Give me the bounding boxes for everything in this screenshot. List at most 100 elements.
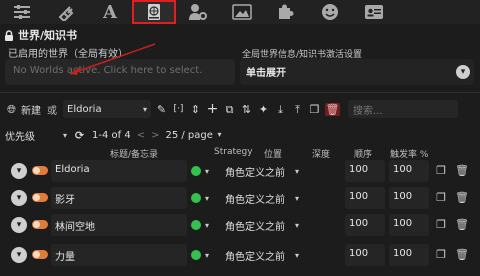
- image-icon[interactable]: [220, 0, 264, 24]
- font-icon[interactable]: A: [88, 0, 132, 24]
- chevron-down-icon: ▾: [294, 166, 299, 176]
- chevron-down-icon: ▾: [205, 220, 210, 230]
- search-input[interactable]: 搜索...: [348, 100, 458, 118]
- plug-icon[interactable]: [44, 0, 88, 24]
- chevron-down-icon[interactable]: ▾: [11, 163, 27, 179]
- page-info: 1-4 of 4: [92, 129, 131, 141]
- per-page-value: 25 / page: [165, 129, 213, 141]
- order-input[interactable]: 100: [345, 214, 385, 236]
- table-row: ▾ Eldoria ▾ 角色定义之前 ▾ 100 100 ❐ 🗑︎: [5, 160, 475, 182]
- prev-page-button[interactable]: <: [137, 130, 145, 141]
- smiley-icon[interactable]: [308, 0, 352, 24]
- table-row: ▾ 力量 ▾ 角色定义之前 ▾ 100 100 ❐ 🗑︎: [5, 244, 475, 266]
- trigger-input[interactable]: 100: [389, 160, 429, 182]
- table-row: ▾ 影牙 ▾ 角色定义之前 ▾ 100 100 ❐ 🗑︎: [5, 187, 475, 209]
- world-editor-select[interactable]: Eldoria ▾: [63, 100, 151, 118]
- strategy-dot-icon: [191, 220, 201, 230]
- duplicate-entry-icon[interactable]: ❐: [435, 164, 447, 178]
- column-strategy: Strategy: [214, 147, 253, 157]
- position-select[interactable]: 角色定义之前 ▾: [225, 216, 299, 234]
- selected-world: Eldoria: [67, 103, 102, 115]
- id-card-icon[interactable]: [352, 0, 396, 24]
- chevron-down-icon[interactable]: ▾: [11, 217, 27, 233]
- entry-enabled-toggle[interactable]: [32, 166, 48, 175]
- position-value: 角色定义之前: [225, 167, 285, 179]
- duplicate-icon[interactable]: ⧉: [223, 103, 236, 116]
- panel-title-row: 世界/知识书: [4, 27, 77, 43]
- lock-icon[interactable]: [4, 29, 14, 41]
- per-page-select[interactable]: 25 / page ▾: [165, 130, 221, 141]
- chevron-down-icon[interactable]: ▾: [11, 190, 27, 206]
- order-input[interactable]: 100: [345, 244, 385, 266]
- position-value: 角色定义之前: [225, 251, 285, 263]
- chevron-down-icon: ▾: [217, 129, 222, 139]
- duplicate-entry-icon[interactable]: ❐: [435, 218, 447, 232]
- column-trigger: 触发率 %: [390, 150, 429, 160]
- position-select[interactable]: 角色定义之前 ▾: [225, 189, 299, 207]
- position-select[interactable]: 角色定义之前 ▾: [225, 246, 299, 264]
- trash-icon[interactable]: 🗑︎: [455, 191, 469, 205]
- entry-enabled-toggle[interactable]: [32, 250, 48, 259]
- trigger-input[interactable]: 100: [389, 244, 429, 266]
- position-value: 角色定义之前: [225, 194, 285, 206]
- entry-title-input[interactable]: 力量: [51, 244, 187, 266]
- refresh-icon[interactable]: ⟳: [73, 129, 86, 142]
- world-toolbar: 🌐︎ 新建 或 Eldoria ▾ ✎ [·] ⇕ + ⧉ ⇅ ✦ ⤓ ⤒ ❐ …: [5, 99, 475, 119]
- active-worlds-select[interactable]: No Worlds active. Click here to select.: [5, 59, 235, 85]
- global-settings-expander[interactable]: 单击展开 ▾: [240, 59, 474, 85]
- brackets-icon[interactable]: [·]: [172, 103, 185, 116]
- top-nav-bar: A: [0, 0, 480, 24]
- book-globe-icon[interactable]: [132, 0, 176, 24]
- active-worlds-label: 已启用的世界（全局有效）: [8, 49, 128, 60]
- plus-icon[interactable]: +: [206, 102, 219, 116]
- strategy-dot-icon: [191, 166, 201, 176]
- strategy-select[interactable]: ▾: [191, 162, 221, 180]
- duplicate-entry-icon[interactable]: ❐: [435, 248, 447, 262]
- column-position: 位置: [264, 150, 283, 160]
- chevron-down-icon[interactable]: ▾: [456, 65, 470, 79]
- chevron-down-icon: ▾: [205, 250, 210, 260]
- expand-label: 单击展开: [246, 68, 286, 79]
- order-input[interactable]: 100: [345, 187, 385, 209]
- chevron-down-icon: ▾: [294, 220, 299, 230]
- trash-icon[interactable]: 🗑︎: [455, 218, 469, 232]
- strategy-select[interactable]: ▾: [191, 246, 221, 264]
- entry-title-input[interactable]: 影牙: [51, 187, 187, 209]
- new-world-button[interactable]: 🌐︎ 新建: [5, 102, 41, 117]
- order-input[interactable]: 100: [345, 160, 385, 182]
- users-cog-icon[interactable]: [176, 0, 220, 24]
- sort-pagination-row: 优先级 ▾ ⟳ 1-4 of 4 < > 25 / page ▾: [5, 127, 305, 143]
- strategy-select[interactable]: ▾: [191, 189, 221, 207]
- new-world-label: 新建: [21, 105, 41, 117]
- divider: [0, 92, 480, 93]
- rename-icon[interactable]: ✦: [257, 103, 270, 116]
- entry-title-input[interactable]: 林间空地: [51, 214, 187, 236]
- sort-select[interactable]: 优先级 ▾: [5, 127, 67, 143]
- entry-enabled-toggle[interactable]: [32, 220, 48, 229]
- trigger-input[interactable]: 100: [389, 214, 429, 236]
- table-row: ▾ 林间空地 ▾ 角色定义之前 ▾ 100 100 ❐ 🗑︎: [5, 214, 475, 236]
- trigger-input[interactable]: 100: [389, 187, 429, 209]
- chevron-down-icon[interactable]: ▾: [11, 247, 27, 263]
- copy-icon[interactable]: ❐: [308, 103, 321, 116]
- sort-icon[interactable]: ⇅: [240, 103, 253, 116]
- pencil-icon[interactable]: ✎: [155, 103, 168, 116]
- extensions-icon[interactable]: [264, 0, 308, 24]
- trash-icon[interactable]: 🗑︎: [455, 164, 469, 178]
- strategy-dot-icon: [191, 250, 201, 260]
- export-icon[interactable]: ⤒: [291, 103, 304, 116]
- strategy-select[interactable]: ▾: [191, 216, 221, 234]
- delete-world-icon[interactable]: 🗑︎: [325, 102, 340, 116]
- entry-title-input[interactable]: Eldoria: [51, 160, 187, 182]
- or-label: 或: [47, 105, 57, 117]
- position-select[interactable]: 角色定义之前 ▾: [225, 162, 299, 180]
- next-page-button[interactable]: >: [151, 130, 159, 141]
- entry-enabled-toggle[interactable]: [32, 193, 48, 202]
- sliders-icon[interactable]: [0, 0, 44, 24]
- duplicate-entry-icon[interactable]: ❐: [435, 191, 447, 205]
- page-title: 世界/知识书: [18, 29, 78, 42]
- import-icon[interactable]: ⤓: [274, 103, 287, 116]
- sort-value: 优先级: [5, 131, 35, 143]
- trash-icon[interactable]: 🗑︎: [455, 248, 469, 262]
- collapse-icon[interactable]: ⇕: [189, 103, 202, 116]
